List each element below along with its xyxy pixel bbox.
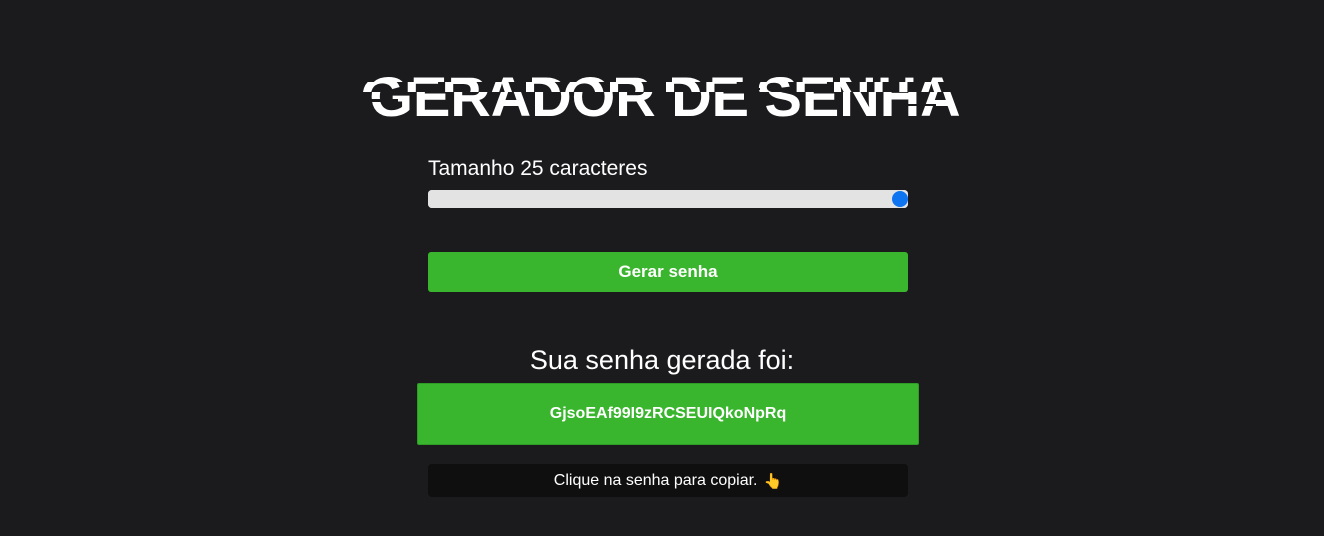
password-generator-page: GERADOR DE SENHA GERADOR DE SENHA GERADO…	[0, 0, 1324, 536]
pointing-hand-icon: 👆	[763, 472, 783, 490]
password-text[interactable]: GjsoEAf99I9zRCSEUIQkoNpRq	[550, 405, 786, 423]
slider-track-fill	[428, 190, 908, 208]
length-slider[interactable]	[428, 190, 908, 208]
copy-hint-text: Clique na senha para copiar.	[553, 471, 758, 489]
generate-password-button[interactable]: Gerar senha	[428, 252, 908, 292]
result-title: Sua senha gerada foi:	[529, 345, 795, 375]
slider-thumb[interactable]	[892, 191, 908, 207]
length-label: Tamanho 25 caracteres	[428, 157, 648, 180]
generated-password[interactable]: GjsoEAf99I9zRCSEUIQkoNpRq	[417, 383, 919, 445]
app-logo: GERADOR DE SENHA GERADOR DE SENHA GERADO…	[300, 58, 1024, 128]
copy-hint: Clique na senha para copiar. 👆	[428, 464, 908, 497]
logo-title-graphic: GERADOR DE SENHA GERADOR DE SENHA GERADO…	[360, 65, 960, 128]
